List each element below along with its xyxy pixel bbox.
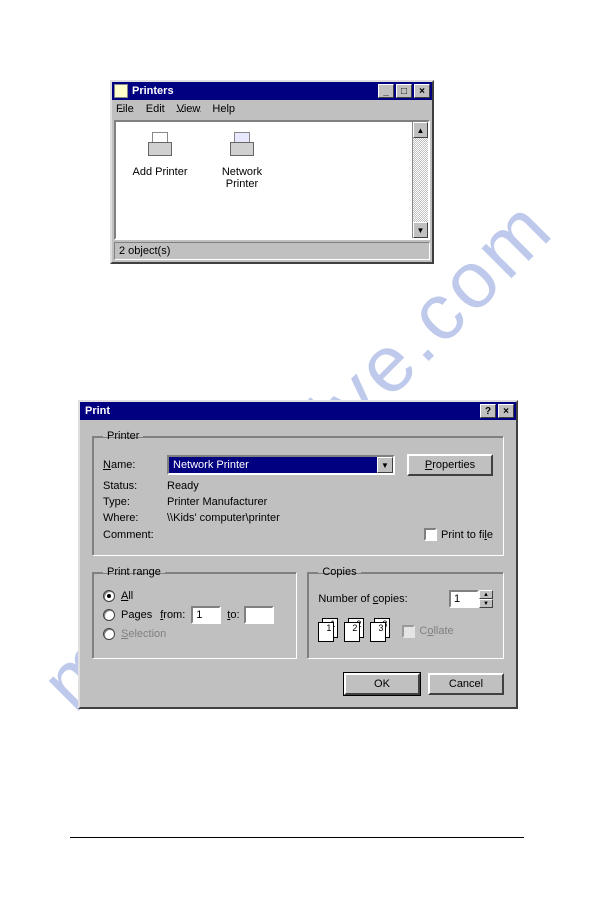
print-dialog: Print ? × Printer Name: Network Printer …	[78, 400, 518, 709]
vertical-scrollbar[interactable]: ▲ ▼	[412, 122, 428, 238]
print-to-file-label: Print to file	[441, 529, 493, 541]
printers-window: Printers _ □ × File Edit View Help Add P…	[110, 80, 434, 264]
close-button[interactable]: ×	[498, 404, 514, 418]
combo-value: Network Printer	[169, 457, 377, 473]
item-label: Network Printer	[210, 166, 274, 190]
status-label: Status:	[103, 480, 167, 492]
where-value: \\Kids' computer\printer	[167, 512, 280, 524]
print-range-group: Print range All Pages from: 1 to: Select	[92, 566, 297, 659]
type-label: Type:	[103, 496, 167, 508]
range-selection-label: Selection	[121, 628, 166, 640]
copies-value[interactable]: 1	[449, 590, 479, 608]
titlebar[interactable]: Print ? ×	[80, 402, 516, 420]
status-text: 2 object(s)	[119, 245, 170, 257]
group-label: Printer	[103, 430, 143, 442]
menu-view[interactable]: View	[177, 103, 201, 115]
cancel-button[interactable]: Cancel	[428, 673, 504, 695]
properties-button[interactable]: Properties	[407, 454, 493, 476]
menubar: File Edit View Help	[112, 100, 432, 118]
copies-spinner[interactable]: 1 ▲ ▼	[449, 590, 493, 608]
printer-name-combo[interactable]: Network Printer ▼	[167, 455, 395, 475]
chevron-down-icon[interactable]: ▼	[377, 457, 393, 473]
range-selection-radio	[103, 628, 115, 640]
maximize-button[interactable]: □	[396, 84, 412, 98]
scroll-up-button[interactable]: ▲	[413, 122, 428, 138]
folder-icon	[114, 84, 128, 98]
range-pages-radio[interactable]	[103, 609, 115, 621]
status-value: Ready	[167, 480, 199, 492]
folder-content[interactable]: Add Printer Network Printer ▲ ▼	[114, 120, 430, 240]
dialog-title: Print	[85, 405, 110, 417]
spin-down-icon[interactable]: ▼	[479, 599, 493, 608]
menu-edit[interactable]: Edit	[146, 103, 165, 115]
ok-button[interactable]: OK	[344, 673, 420, 695]
range-all-radio[interactable]	[103, 590, 115, 602]
where-label: Where:	[103, 512, 167, 524]
help-button[interactable]: ?	[480, 404, 496, 418]
menu-help[interactable]: Help	[212, 103, 235, 115]
menu-file[interactable]: File	[116, 103, 134, 115]
window-title: Printers	[132, 85, 174, 97]
statusbar: 2 object(s)	[114, 242, 430, 260]
from-label: from:	[160, 609, 185, 621]
add-printer-icon	[144, 130, 176, 162]
from-input[interactable]: 1	[191, 606, 221, 624]
copies-label: Number of copies:	[318, 593, 407, 605]
range-pages-label: Pages	[121, 609, 152, 621]
copies-group: Copies Number of copies: 1 ▲ ▼ 11	[307, 566, 504, 659]
group-label: Copies	[318, 566, 360, 578]
scroll-down-button[interactable]: ▼	[413, 222, 428, 238]
name-label: Name:	[103, 459, 167, 471]
to-label: to:	[227, 609, 239, 621]
print-to-file-checkbox[interactable]	[424, 528, 437, 541]
titlebar[interactable]: Printers _ □ ×	[112, 82, 432, 100]
item-label: Add Printer	[128, 166, 192, 178]
printer-group: Printer Name: Network Printer ▼ Properti…	[92, 430, 504, 556]
network-printer-icon	[226, 130, 258, 162]
spin-up-icon[interactable]: ▲	[479, 590, 493, 599]
type-value: Printer Manufacturer	[167, 496, 267, 508]
add-printer-item[interactable]: Add Printer	[128, 130, 192, 190]
close-button[interactable]: ×	[414, 84, 430, 98]
collate-preview-icon: 11 22 33	[318, 618, 392, 644]
comment-label: Comment:	[103, 529, 167, 541]
range-all-label: All	[121, 590, 133, 602]
to-input[interactable]	[244, 606, 274, 624]
collate-checkbox	[402, 625, 415, 638]
divider	[70, 837, 524, 838]
group-label: Print range	[103, 566, 165, 578]
minimize-button[interactable]: _	[378, 84, 394, 98]
collate-label: Collate	[419, 625, 453, 637]
network-printer-item[interactable]: Network Printer	[210, 130, 274, 190]
